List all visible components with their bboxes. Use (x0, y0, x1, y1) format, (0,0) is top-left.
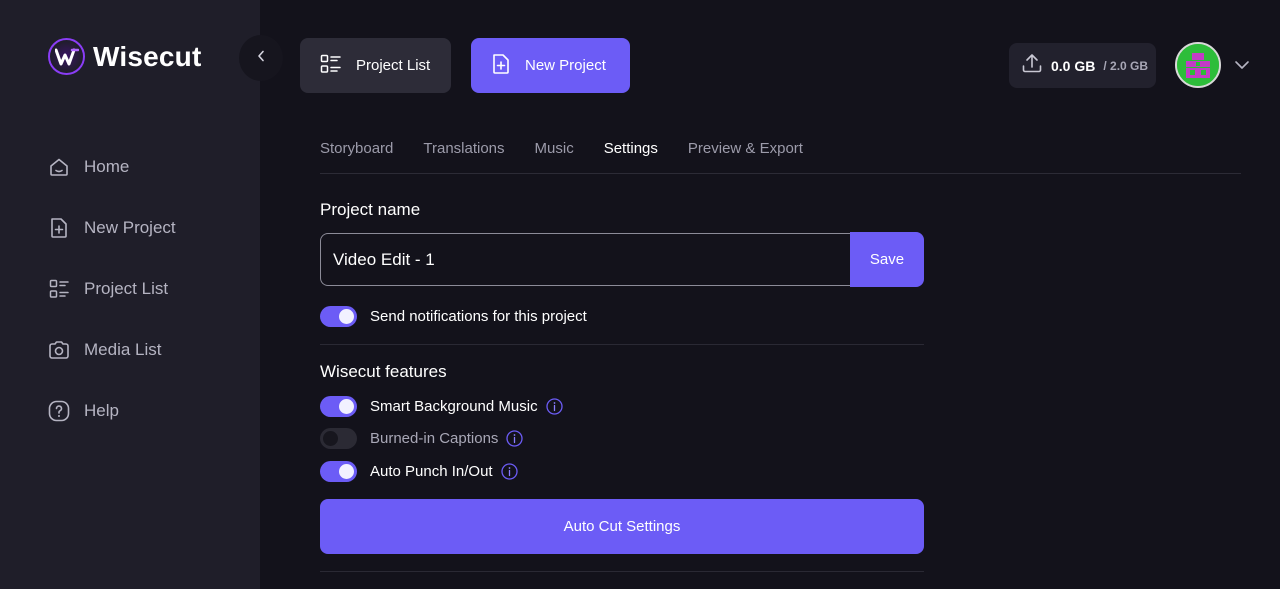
storage-total: / 2.0 GB (1103, 58, 1149, 73)
feature-row: Auto Punch In/Out (320, 460, 518, 482)
chevron-left-icon (256, 49, 266, 67)
burned-in-captions-toggle[interactable] (320, 427, 357, 449)
sidebar-item-label: Home (84, 156, 130, 176)
storage-used: 0.0 GB (1051, 57, 1096, 74)
sidebar-item-help[interactable]: Help (48, 380, 176, 441)
feature-label: Auto Punch In/Out (370, 462, 493, 480)
tab-preview-export[interactable]: Preview & Export (688, 140, 803, 164)
feature-row: Burned-in Captions (320, 427, 524, 449)
divider (320, 344, 924, 345)
camera-icon (48, 339, 70, 361)
file-plus-icon (48, 217, 70, 239)
save-button[interactable]: Save (850, 232, 924, 287)
list-icon (48, 278, 70, 300)
sidebar-item-label: New Project (84, 217, 176, 237)
new-project-button[interactable]: New Project (471, 38, 630, 93)
tab-settings[interactable]: Settings (604, 140, 658, 164)
feature-label: Burned-in Captions (370, 429, 499, 447)
storage-indicator[interactable]: 0.0 GB / 2.0 GB (1009, 43, 1156, 88)
features-title: Wisecut features (320, 362, 447, 381)
sidebar-item-label: Media List (84, 339, 162, 359)
logo[interactable]: Wisecut (48, 38, 202, 75)
project-name-input[interactable] (320, 233, 851, 286)
project-list-label: Project List (356, 57, 431, 74)
collapse-sidebar-button[interactable] (239, 35, 283, 81)
sidebar-item-label: Help (84, 400, 119, 420)
sidebar: Wisecut Home New Project Project List Me… (0, 0, 260, 589)
info-icon[interactable] (545, 397, 563, 415)
smart-background-music-toggle[interactable] (320, 395, 357, 417)
brand-name: Wisecut (93, 40, 202, 72)
sidebar-item-media-list[interactable]: Media List (48, 319, 176, 380)
file-plus-icon (491, 53, 511, 79)
notifications-label: Send notifications for this project (370, 307, 587, 325)
wisecut-logo-icon (48, 38, 85, 75)
info-icon[interactable] (500, 462, 518, 480)
project-list-button[interactable]: Project List (300, 38, 451, 93)
feature-label: Smart Background Music (370, 397, 538, 415)
divider (320, 571, 924, 572)
tab-storyboard[interactable]: Storyboard (320, 140, 393, 164)
feature-row: Smart Background Music (320, 395, 563, 417)
sidebar-item-project-list[interactable]: Project List (48, 258, 176, 319)
notifications-row: Send notifications for this project (320, 305, 587, 327)
auto-cut-settings-button[interactable]: Auto Cut Settings (320, 499, 924, 554)
tab-translations[interactable]: Translations (423, 140, 504, 164)
new-project-label: New Project (525, 57, 606, 74)
help-icon (48, 400, 70, 422)
info-icon[interactable] (506, 429, 524, 447)
sidebar-item-home[interactable]: Home (48, 136, 176, 197)
home-icon (48, 156, 70, 178)
avatar[interactable] (1175, 42, 1221, 88)
project-tabs: Storyboard Translations Music Settings P… (320, 140, 1241, 174)
sidebar-item-label: Project List (84, 278, 169, 298)
list-icon (320, 54, 342, 78)
sidebar-nav: Home New Project Project List Media List… (48, 136, 176, 441)
notifications-toggle[interactable] (320, 305, 357, 327)
upload-icon (1021, 52, 1043, 79)
auto-punch-toggle[interactable] (320, 460, 357, 482)
sidebar-item-new-project[interactable]: New Project (48, 197, 176, 258)
tab-music[interactable]: Music (535, 140, 574, 164)
project-name-title: Project name (320, 200, 421, 219)
chevron-down-icon[interactable] (1234, 57, 1250, 75)
